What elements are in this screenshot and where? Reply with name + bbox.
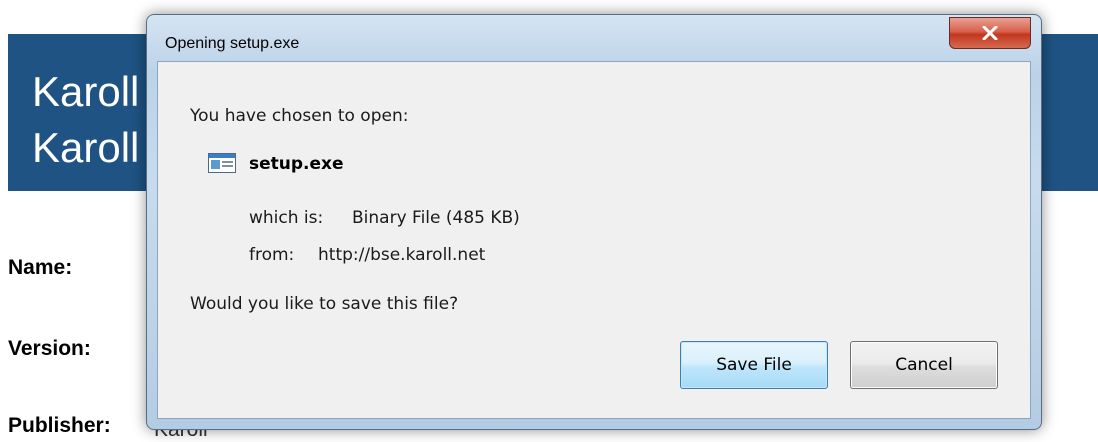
save-question: Would you like to save this file? <box>190 294 459 314</box>
publisher-label: Publisher: <box>8 414 111 437</box>
close-button[interactable] <box>949 17 1031 49</box>
banner-title: Karoll Karoll <box>32 68 140 171</box>
cancel-button[interactable]: Cancel <box>850 341 998 389</box>
which-is-label: which is: <box>249 208 324 228</box>
dialog-body: You have chosen to open: setup.exe which… <box>157 61 1031 419</box>
download-dialog: Opening setup.exe You have chosen to ope… <box>146 14 1042 430</box>
save-file-button[interactable]: Save File <box>680 341 828 389</box>
file-type-value: Binary File (485 KB) <box>352 208 520 228</box>
source-url: http://bse.karoll.net <box>318 245 486 265</box>
close-icon <box>982 26 998 40</box>
from-label: from: <box>249 245 295 265</box>
dialog-title: Opening setup.exe <box>165 35 300 52</box>
intro-text: You have chosen to open: <box>190 106 409 126</box>
version-label: Version: <box>8 337 91 360</box>
name-label: Name: <box>8 256 73 279</box>
application-file-icon <box>208 153 236 173</box>
file-name: setup.exe <box>249 154 344 174</box>
